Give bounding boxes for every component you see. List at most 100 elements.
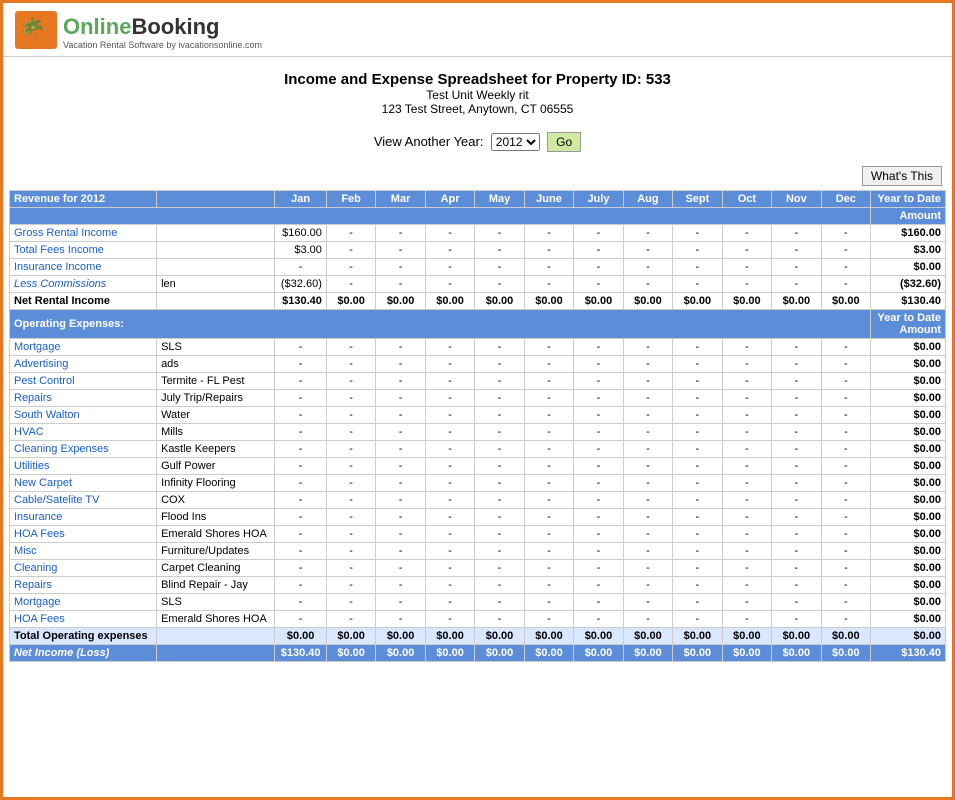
op-row-14-may: - bbox=[475, 577, 524, 594]
feb-header: Feb bbox=[326, 191, 375, 208]
op-row-2-aug: - bbox=[623, 373, 672, 390]
op-row-2-nov: - bbox=[772, 373, 821, 390]
op-row-1-june: - bbox=[524, 356, 573, 373]
op-row-6-aug: - bbox=[623, 441, 672, 458]
op-row-15-may: - bbox=[475, 594, 524, 611]
op-row-4-july: - bbox=[574, 407, 623, 424]
op-row-4-sept: - bbox=[673, 407, 722, 424]
ytd-amount-subrow: Amount bbox=[10, 208, 946, 225]
net-rental-aug: $0.00 bbox=[623, 293, 672, 310]
op-row-16-sept: - bbox=[673, 611, 722, 628]
total-fees-sept: - bbox=[673, 242, 722, 259]
total-operating-apr: $0.00 bbox=[425, 628, 474, 645]
net-income-label: Net Income (Loss) bbox=[10, 645, 157, 662]
net-rental-mar: $0.00 bbox=[376, 293, 425, 310]
operating-rows: MortgageSLS------------$0.00Advertisinga… bbox=[10, 339, 946, 628]
net-rental-vendor bbox=[157, 293, 275, 310]
gross-rental-dec: - bbox=[821, 225, 870, 242]
insurance-income-vendor bbox=[157, 259, 275, 276]
op-row-13-name: Cleaning bbox=[10, 560, 157, 577]
total-fees-label: Total Fees Income bbox=[10, 242, 157, 259]
op-row-5-nov: - bbox=[772, 424, 821, 441]
op-row-16-vendor: Emerald Shores HOA bbox=[157, 611, 275, 628]
op-row-13-may: - bbox=[475, 560, 524, 577]
op-row-4-nov: - bbox=[772, 407, 821, 424]
go-button[interactable]: Go bbox=[547, 132, 581, 152]
operating-row-16: HOA FeesEmerald Shores HOA------------$0… bbox=[10, 611, 946, 628]
op-row-13-mar: - bbox=[376, 560, 425, 577]
op-row-0-feb: - bbox=[326, 339, 375, 356]
op-row-6-vendor: Kastle Keepers bbox=[157, 441, 275, 458]
op-row-16-june: - bbox=[524, 611, 573, 628]
operating-row-2: Pest ControlTermite - FL Pest-----------… bbox=[10, 373, 946, 390]
op-row-0-oct: - bbox=[722, 339, 771, 356]
vendor-header bbox=[157, 191, 275, 208]
op-row-2-apr: - bbox=[425, 373, 474, 390]
op-row-2-name: Pest Control bbox=[10, 373, 157, 390]
operating-row-4: South WaltonWater------------$0.00 bbox=[10, 407, 946, 424]
op-row-7-may: - bbox=[475, 458, 524, 475]
op-row-4-may: - bbox=[475, 407, 524, 424]
op-row-5-dec: - bbox=[821, 424, 870, 441]
op-row-2-june: - bbox=[524, 373, 573, 390]
op-row-3-sept: - bbox=[673, 390, 722, 407]
op-row-0-apr: - bbox=[425, 339, 474, 356]
less-commissions-aug: - bbox=[623, 276, 672, 293]
op-row-6-mar: - bbox=[376, 441, 425, 458]
op-row-5-aug: - bbox=[623, 424, 672, 441]
op-row-0-name: Mortgage bbox=[10, 339, 157, 356]
op-row-11-feb: - bbox=[326, 526, 375, 543]
op-row-8-ytd: $0.00 bbox=[871, 475, 946, 492]
op-row-4-june: - bbox=[524, 407, 573, 424]
operating-row-0: MortgageSLS------------$0.00 bbox=[10, 339, 946, 356]
op-row-6-name: Cleaning Expenses bbox=[10, 441, 157, 458]
revenue-header-label: Revenue for 2012 bbox=[10, 191, 157, 208]
op-row-12-apr: - bbox=[425, 543, 474, 560]
op-row-12-aug: - bbox=[623, 543, 672, 560]
op-row-2-vendor: Termite - FL Pest bbox=[157, 373, 275, 390]
op-row-7-dec: - bbox=[821, 458, 870, 475]
less-commissions-june: - bbox=[524, 276, 573, 293]
op-row-3-july: - bbox=[574, 390, 623, 407]
gross-rental-jan: $160.00 bbox=[275, 225, 327, 242]
total-operating-may: $0.00 bbox=[475, 628, 524, 645]
total-operating-jan: $0.00 bbox=[275, 628, 327, 645]
op-row-9-july: - bbox=[574, 492, 623, 509]
insurance-income-may: - bbox=[475, 259, 524, 276]
july-header: July bbox=[574, 191, 623, 208]
op-row-6-jan: - bbox=[275, 441, 327, 458]
op-row-11-sept: - bbox=[673, 526, 722, 543]
op-row-3-jan: - bbox=[275, 390, 327, 407]
op-row-10-dec: - bbox=[821, 509, 870, 526]
gross-rental-june: - bbox=[524, 225, 573, 242]
op-row-16-name: HOA Fees bbox=[10, 611, 157, 628]
whats-this-button[interactable]: What's This bbox=[862, 166, 942, 186]
op-row-9-ytd: $0.00 bbox=[871, 492, 946, 509]
op-row-6-feb: - bbox=[326, 441, 375, 458]
less-commissions-row: Less Commissions len ($32.60) - - - - - … bbox=[10, 276, 946, 293]
op-row-0-may: - bbox=[475, 339, 524, 356]
op-row-6-oct: - bbox=[722, 441, 771, 458]
op-row-0-sept: - bbox=[673, 339, 722, 356]
net-rental-jan: $130.40 bbox=[275, 293, 327, 310]
op-row-11-dec: - bbox=[821, 526, 870, 543]
op-row-10-oct: - bbox=[722, 509, 771, 526]
op-row-4-dec: - bbox=[821, 407, 870, 424]
op-row-11-oct: - bbox=[722, 526, 771, 543]
amount-subrow-label: Amount bbox=[871, 208, 946, 225]
op-row-3-vendor: July Trip/Repairs bbox=[157, 390, 275, 407]
op-row-14-mar: - bbox=[376, 577, 425, 594]
op-row-1-vendor: ads bbox=[157, 356, 275, 373]
total-operating-dec: $0.00 bbox=[821, 628, 870, 645]
operating-row-10: InsuranceFlood Ins------------$0.00 bbox=[10, 509, 946, 526]
net-income-vendor bbox=[157, 645, 275, 662]
year-select[interactable]: 2012 2011 2013 bbox=[491, 133, 540, 151]
june-header: June bbox=[524, 191, 573, 208]
op-row-7-jan: - bbox=[275, 458, 327, 475]
net-rental-feb: $0.00 bbox=[326, 293, 375, 310]
less-commissions-sept: - bbox=[673, 276, 722, 293]
op-row-12-feb: - bbox=[326, 543, 375, 560]
op-row-16-feb: - bbox=[326, 611, 375, 628]
operating-header-row: Operating Expenses: Year to DateAmount bbox=[10, 310, 946, 339]
operating-row-6: Cleaning ExpensesKastle Keepers---------… bbox=[10, 441, 946, 458]
